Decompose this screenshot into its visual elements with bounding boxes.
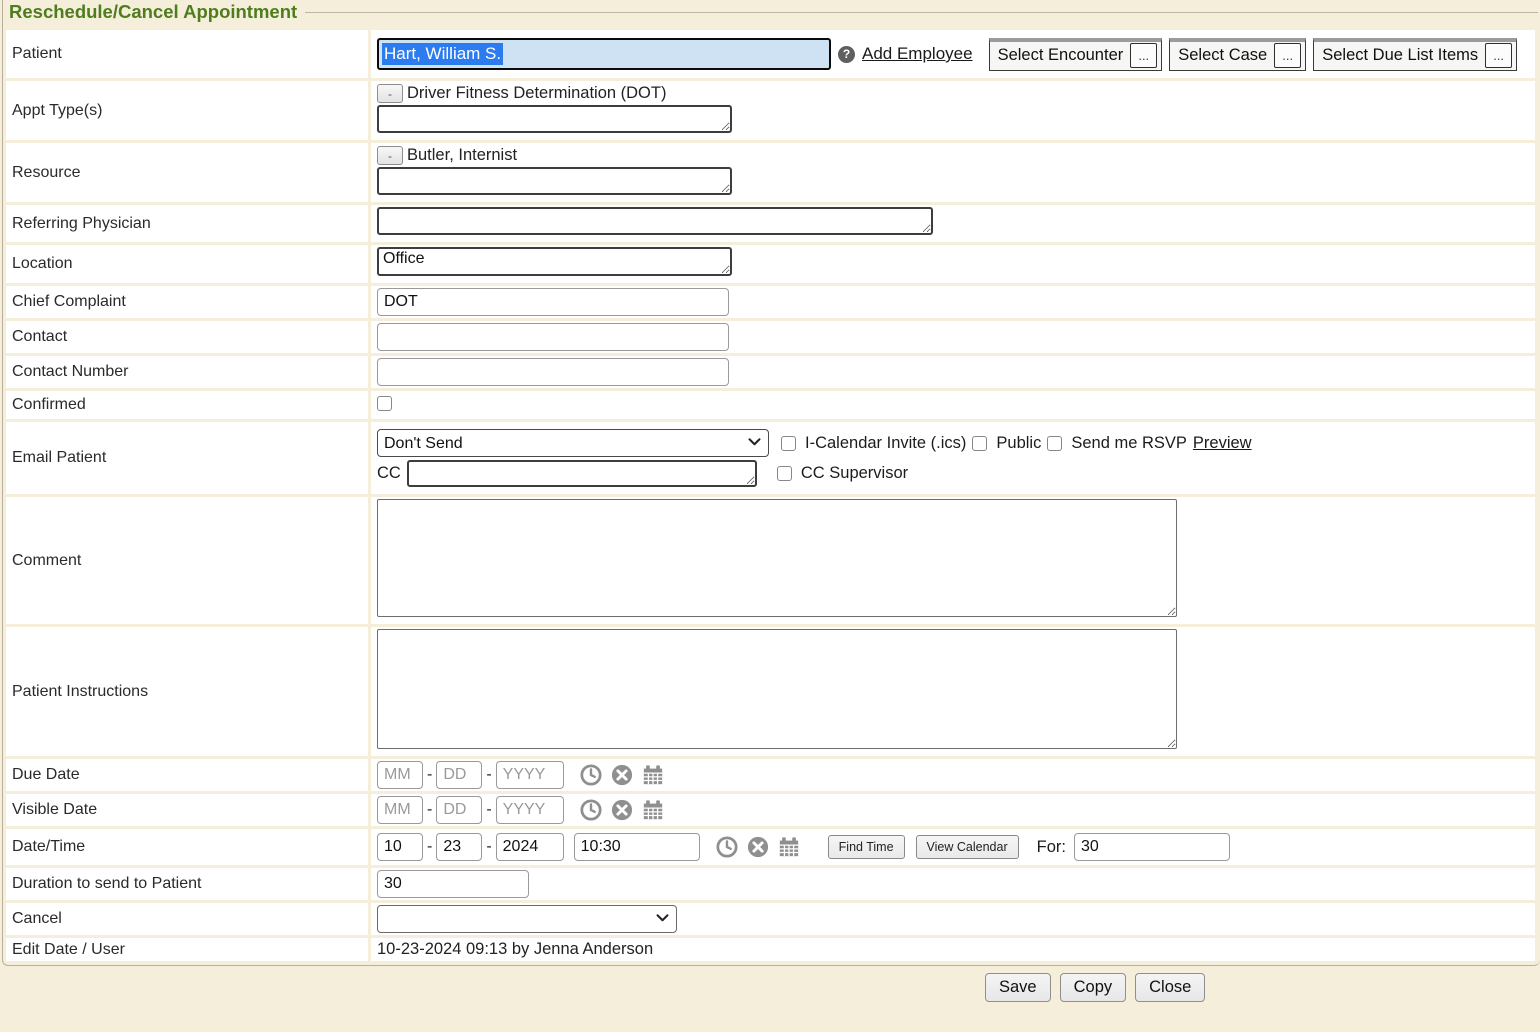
select-due-list-items-button[interactable]: ...: [1485, 43, 1512, 68]
clear-date-icon[interactable]: [747, 836, 769, 858]
date-separator: -: [486, 766, 491, 784]
cancel-select[interactable]: [377, 905, 677, 933]
visible-date-label: Visible Date: [6, 794, 368, 826]
select-encounter-group: Select Encounter ...: [989, 38, 1163, 71]
confirmed-label: Confirmed: [6, 391, 368, 419]
patient-instructions-input[interactable]: [377, 629, 1177, 749]
copy-button[interactable]: Copy: [1060, 973, 1127, 1002]
appt-type-value: Driver Fitness Determination (DOT): [407, 84, 666, 103]
visible-date-yyyy-input[interactable]: [496, 796, 564, 824]
duration-input[interactable]: [377, 870, 529, 898]
select-encounter-label: Select Encounter: [998, 46, 1124, 65]
comment-label: Comment: [6, 497, 368, 624]
clock-icon[interactable]: [580, 764, 602, 786]
select-case-group: Select Case ...: [1169, 38, 1306, 71]
date-separator: -: [486, 838, 491, 856]
contact-input[interactable]: [377, 323, 729, 351]
date-time-label: Date/Time: [6, 829, 368, 865]
cc-input[interactable]: [407, 460, 757, 487]
select-encounter-button[interactable]: ...: [1130, 43, 1157, 68]
due-date-dd-input[interactable]: [436, 761, 482, 789]
public-label: Public: [996, 434, 1041, 453]
calendar-icon[interactable]: [778, 836, 800, 858]
date-time-time-input[interactable]: [574, 833, 700, 861]
location-label: Location: [6, 245, 368, 283]
confirmed-checkbox[interactable]: [377, 396, 392, 411]
referring-physician-input[interactable]: [377, 207, 933, 235]
preview-link[interactable]: Preview: [1193, 434, 1252, 453]
save-button[interactable]: Save: [985, 973, 1051, 1002]
help-icon[interactable]: ?: [838, 46, 855, 63]
calendar-icon[interactable]: [642, 764, 664, 786]
resource-value: Butler, Internist: [407, 146, 517, 165]
due-date-label: Due Date: [6, 759, 368, 791]
date-time-mm-input[interactable]: [377, 833, 423, 861]
appt-type-label: Appt Type(s): [6, 81, 368, 140]
public-checkbox[interactable]: [972, 436, 987, 451]
comment-input[interactable]: [377, 499, 1177, 617]
duration-label: Duration to send to Patient: [6, 868, 368, 900]
date-time-dd-input[interactable]: [436, 833, 482, 861]
contact-label: Contact: [6, 321, 368, 353]
patient-input-selected-text: Hart, William S.: [382, 43, 503, 65]
cc-supervisor-label: CC Supervisor: [801, 464, 908, 483]
date-separator: -: [486, 801, 491, 819]
add-employee-link[interactable]: Add Employee: [862, 44, 973, 64]
location-input[interactable]: Office: [377, 247, 732, 276]
appt-type-input[interactable]: [377, 105, 732, 133]
ical-invite-label: I-Calendar Invite (.ics): [805, 434, 966, 453]
cc-supervisor-checkbox[interactable]: [777, 466, 792, 481]
appt-type-collapse-button[interactable]: -: [377, 84, 403, 103]
date-separator: -: [427, 766, 432, 784]
ical-invite-checkbox[interactable]: [781, 436, 796, 451]
visible-date-dd-input[interactable]: [436, 796, 482, 824]
clear-date-icon[interactable]: [611, 799, 633, 821]
clear-date-icon[interactable]: [611, 764, 633, 786]
clock-icon[interactable]: [716, 836, 738, 858]
for-label: For:: [1037, 838, 1066, 857]
patient-label: Patient: [6, 30, 368, 78]
find-time-button[interactable]: Find Time: [828, 835, 905, 859]
referring-physician-label: Referring Physician: [6, 205, 368, 242]
legend-divider: [305, 0, 1538, 13]
select-case-button[interactable]: ...: [1274, 43, 1301, 68]
due-date-yyyy-input[interactable]: [496, 761, 564, 789]
appointment-form-panel: Reschedule/Cancel Appointment Patient Ha…: [2, 0, 1540, 966]
contact-number-input[interactable]: [377, 358, 729, 386]
select-case-label: Select Case: [1178, 46, 1267, 65]
view-calendar-button[interactable]: View Calendar: [916, 835, 1019, 859]
resource-input[interactable]: [377, 167, 732, 195]
send-me-rsvp-checkbox[interactable]: [1047, 436, 1062, 451]
patient-instructions-label: Patient Instructions: [6, 627, 368, 756]
send-me-rsvp-label: Send me RSVP: [1071, 434, 1187, 453]
chief-complaint-input[interactable]: [377, 288, 729, 316]
date-time-yyyy-input[interactable]: [496, 833, 564, 861]
email-patient-label: Email Patient: [6, 422, 368, 494]
cancel-label: Cancel: [6, 903, 368, 935]
visible-date-mm-input[interactable]: [377, 796, 423, 824]
appointment-form-table: Patient Hart, William S. ? Add Employee …: [3, 27, 1538, 964]
chief-complaint-label: Chief Complaint: [6, 286, 368, 318]
resource-collapse-button[interactable]: -: [377, 146, 403, 165]
patient-input[interactable]: Hart, William S.: [377, 38, 831, 70]
contact-number-label: Contact Number: [6, 356, 368, 388]
resource-label: Resource: [6, 143, 368, 202]
clock-icon[interactable]: [580, 799, 602, 821]
email-send-select[interactable]: Don't Send: [377, 429, 769, 457]
footer-buttons: Save Copy Close: [0, 966, 1540, 1002]
due-date-mm-input[interactable]: [377, 761, 423, 789]
edit-date-user-label: Edit Date / User: [6, 938, 368, 961]
cc-label: CC: [377, 464, 401, 483]
for-duration-input[interactable]: [1074, 833, 1230, 861]
calendar-icon[interactable]: [642, 799, 664, 821]
select-due-list-items-label: Select Due List Items: [1322, 46, 1478, 65]
date-separator: -: [427, 801, 432, 819]
date-separator: -: [427, 838, 432, 856]
edit-date-user-value: 10-23-2024 09:13 by Jenna Anderson: [377, 940, 653, 958]
page-title: Reschedule/Cancel Appointment: [9, 0, 305, 24]
close-button[interactable]: Close: [1135, 973, 1205, 1002]
select-due-list-items-group: Select Due List Items ...: [1313, 38, 1517, 71]
